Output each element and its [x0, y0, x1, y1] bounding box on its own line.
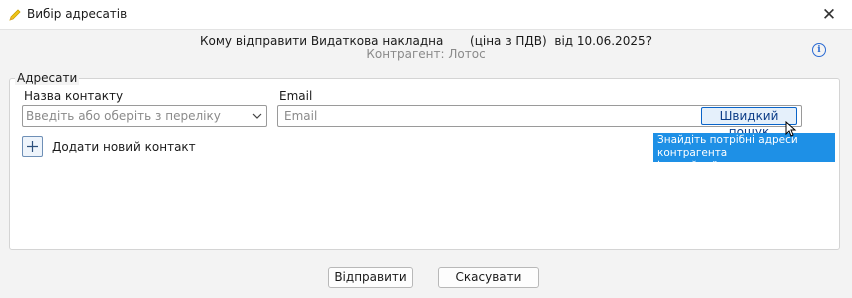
- email-placeholder: Email: [284, 109, 318, 123]
- close-button[interactable]: ✕: [806, 0, 852, 30]
- quick-search-button[interactable]: Швидкий пошук: [701, 107, 797, 139]
- plus-icon: [27, 141, 38, 152]
- tooltip-line-1: Знайдіть потрібні адреси контрагента: [657, 134, 798, 159]
- contact-name-placeholder: Введіть або оберіть з переліку: [26, 109, 221, 123]
- email-label: Email: [279, 89, 313, 103]
- add-contact-button[interactable]: [22, 136, 43, 157]
- chevron-down-icon[interactable]: [252, 111, 262, 121]
- mouse-cursor-icon: [785, 121, 797, 137]
- info-icon[interactable]: i: [812, 43, 826, 57]
- price-note: (ціна з ПДВ): [470, 34, 547, 48]
- dialog-question: Кому відправити Видаткова накладна (ціна…: [0, 34, 852, 48]
- recipients-group-label: Адресати: [15, 71, 80, 85]
- cancel-button[interactable]: Скасувати: [438, 267, 539, 288]
- title-bar: Вибір адресатів ✕: [0, 0, 852, 30]
- quick-search-tooltip: Знайдіть потрібні адреси контрагента і д…: [653, 133, 835, 185]
- pencil-icon: [9, 9, 21, 21]
- add-contact-label[interactable]: Додати новий контакт: [52, 140, 196, 154]
- date-note: від 10.06.2025?: [554, 34, 652, 48]
- window-title: Вибір адресатів: [27, 7, 128, 21]
- close-icon: ✕: [821, 5, 837, 25]
- question-text: Кому відправити Видаткова накладна: [200, 34, 444, 48]
- contact-name-combobox[interactable]: Введіть або оберіть з переліку: [22, 105, 267, 127]
- send-button[interactable]: Відправити: [328, 267, 413, 288]
- counterparty-label: Контрагент: Лотос: [366, 47, 486, 61]
- contact-name-label: Назва контакту: [24, 89, 124, 103]
- tooltip-line-2: і додайте їх до списку адресатів.: [657, 160, 781, 185]
